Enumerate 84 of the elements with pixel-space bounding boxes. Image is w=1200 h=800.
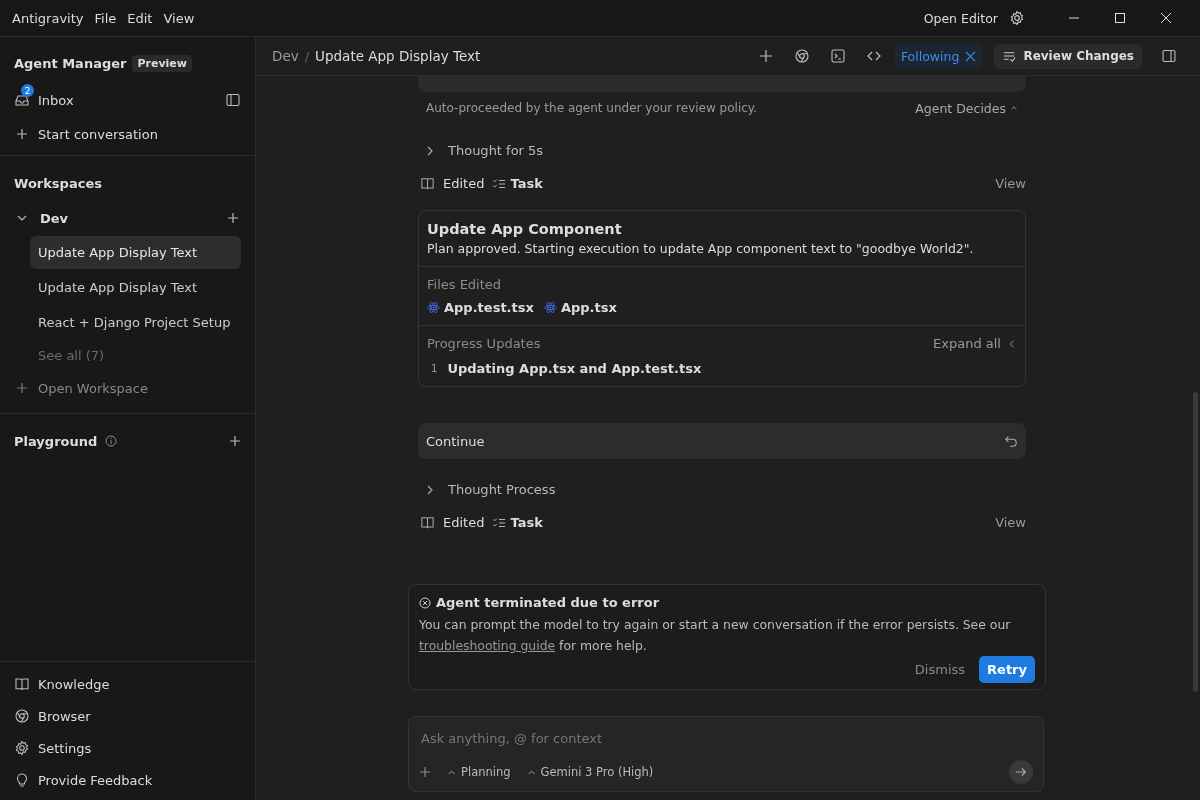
error-title: Agent terminated due to error — [436, 595, 660, 610]
inbox-icon — [14, 92, 30, 108]
plus-icon[interactable] — [757, 48, 774, 64]
progress-update: Updating App.tsx and App.test.tsx — [447, 361, 702, 376]
settings-icon — [14, 740, 30, 756]
plus-icon[interactable] — [229, 435, 241, 447]
conversation-item[interactable]: React + Django Project Setup — [30, 306, 241, 339]
app-name: Antigravity — [12, 10, 84, 26]
undo-icon — [1004, 434, 1018, 448]
arrow-icon — [1014, 765, 1028, 779]
open-editor-button[interactable]: Open Editor — [923, 10, 998, 26]
file-link[interactable]: App.tsx — [560, 300, 617, 315]
policy-dropdown[interactable]: Agent Decides — [915, 100, 1018, 116]
menu-item[interactable]: Edit — [127, 10, 153, 26]
plus-icon[interactable] — [227, 212, 239, 224]
send-button[interactable] — [1009, 760, 1033, 784]
edited-label: Edited — [443, 176, 485, 191]
open-workspace-item[interactable]: Open Workspace — [38, 380, 148, 396]
workspace-name[interactable]: Dev — [40, 210, 69, 226]
section-title: Workspaces — [14, 175, 102, 191]
troubleshooting-link[interactable]: troubleshooting guide — [419, 638, 556, 653]
retry-button[interactable]: Retry — [979, 656, 1035, 683]
start-conversation-item[interactable]: Start conversation — [38, 126, 158, 142]
maximize-icon[interactable] — [1114, 12, 1126, 24]
book-icon — [420, 176, 435, 191]
step-number: 1 — [431, 363, 438, 374]
preview-badge: Preview — [132, 54, 192, 72]
count-badge: 2 — [21, 84, 34, 97]
sidebar-item[interactable]: Knowledge — [38, 676, 110, 692]
following-button[interactable]: Following — [894, 43, 983, 69]
section-title: Playground — [14, 433, 98, 449]
view-link[interactable]: View — [995, 515, 1026, 530]
thought-toggle[interactable]: Thought Process — [448, 482, 556, 497]
plus-icon — [16, 382, 28, 394]
card-summary: Plan approved. Starting execution to update App component text to "goodbye World2". — [427, 241, 975, 256]
inbox-item[interactable]: Inbox — [38, 92, 74, 108]
plus-icon[interactable] — [419, 766, 431, 778]
book-icon — [420, 515, 435, 530]
error-icon — [419, 596, 431, 609]
message-field[interactable]: Ask anything, @ for context Planning Gemini 3 Pro (High) — [408, 716, 1044, 792]
lightbulb-icon — [14, 772, 30, 788]
panel-toggle-icon[interactable] — [1161, 48, 1177, 64]
checklist-icon — [492, 515, 507, 530]
view-link[interactable]: View — [995, 176, 1026, 191]
conversation-item[interactable]: Update App Display Text — [30, 236, 241, 269]
menu-item[interactable]: File — [94, 10, 117, 26]
thought-toggle[interactable]: Thought for 5s — [448, 143, 544, 158]
plus-icon — [16, 128, 28, 140]
sidebar-title: Agent Manager — [14, 55, 127, 71]
progress-label: Progress Updates — [427, 336, 541, 351]
conversation-item[interactable]: Update App Display Text — [30, 271, 241, 304]
breadcrumb-item[interactable]: Dev — [272, 48, 299, 64]
sidebar-toggle-icon[interactable] — [225, 92, 241, 108]
model-dropdown[interactable]: Gemini 3 Pro (High) — [526, 765, 654, 779]
continue-button[interactable]: Continue — [418, 423, 1026, 459]
scrollbar-thumb[interactable] — [1193, 392, 1198, 692]
react-icon — [543, 301, 557, 314]
caret-icon — [1010, 104, 1018, 112]
mode-dropdown[interactable]: Planning — [447, 765, 511, 779]
breadcrumb-separator: / — [304, 48, 310, 64]
sidebar-item[interactable]: Provide Feedback — [38, 772, 153, 788]
info-icon[interactable] — [105, 435, 118, 447]
browser-icon[interactable] — [793, 48, 810, 64]
sidebar-item[interactable]: Browser — [38, 708, 91, 724]
task-link[interactable]: Task — [510, 176, 543, 191]
terminal-icon[interactable] — [829, 48, 846, 64]
edited-label: Edited — [443, 515, 485, 530]
error-message: You can prompt the model to try again or start a new conversation if the error persists. See our troubleshooting guide for more help. — [419, 616, 1012, 655]
settings-icon[interactable] — [1009, 10, 1025, 26]
react-icon — [427, 301, 440, 314]
book-icon — [14, 676, 30, 692]
conversation-title: Update App Display Text — [315, 48, 481, 64]
checklist-icon — [492, 176, 507, 191]
file-link[interactable]: App.test.tsx — [444, 300, 534, 315]
files-label: Files Edited — [427, 277, 503, 292]
card-title: Update App Component — [427, 221, 623, 237]
policy-note: Auto-proceeded by the agent under your review policy. — [426, 101, 758, 115]
browser-icon — [14, 708, 30, 724]
sidebar-item[interactable]: Settings — [38, 740, 92, 756]
dismiss-button[interactable]: Dismiss — [906, 656, 974, 683]
expand-all-button[interactable]: Expand all — [933, 336, 1001, 351]
menu-item[interactable]: View — [163, 10, 195, 26]
task-link[interactable]: Task — [510, 515, 543, 530]
review-changes-button[interactable]: Review Changes — [994, 43, 1142, 69]
